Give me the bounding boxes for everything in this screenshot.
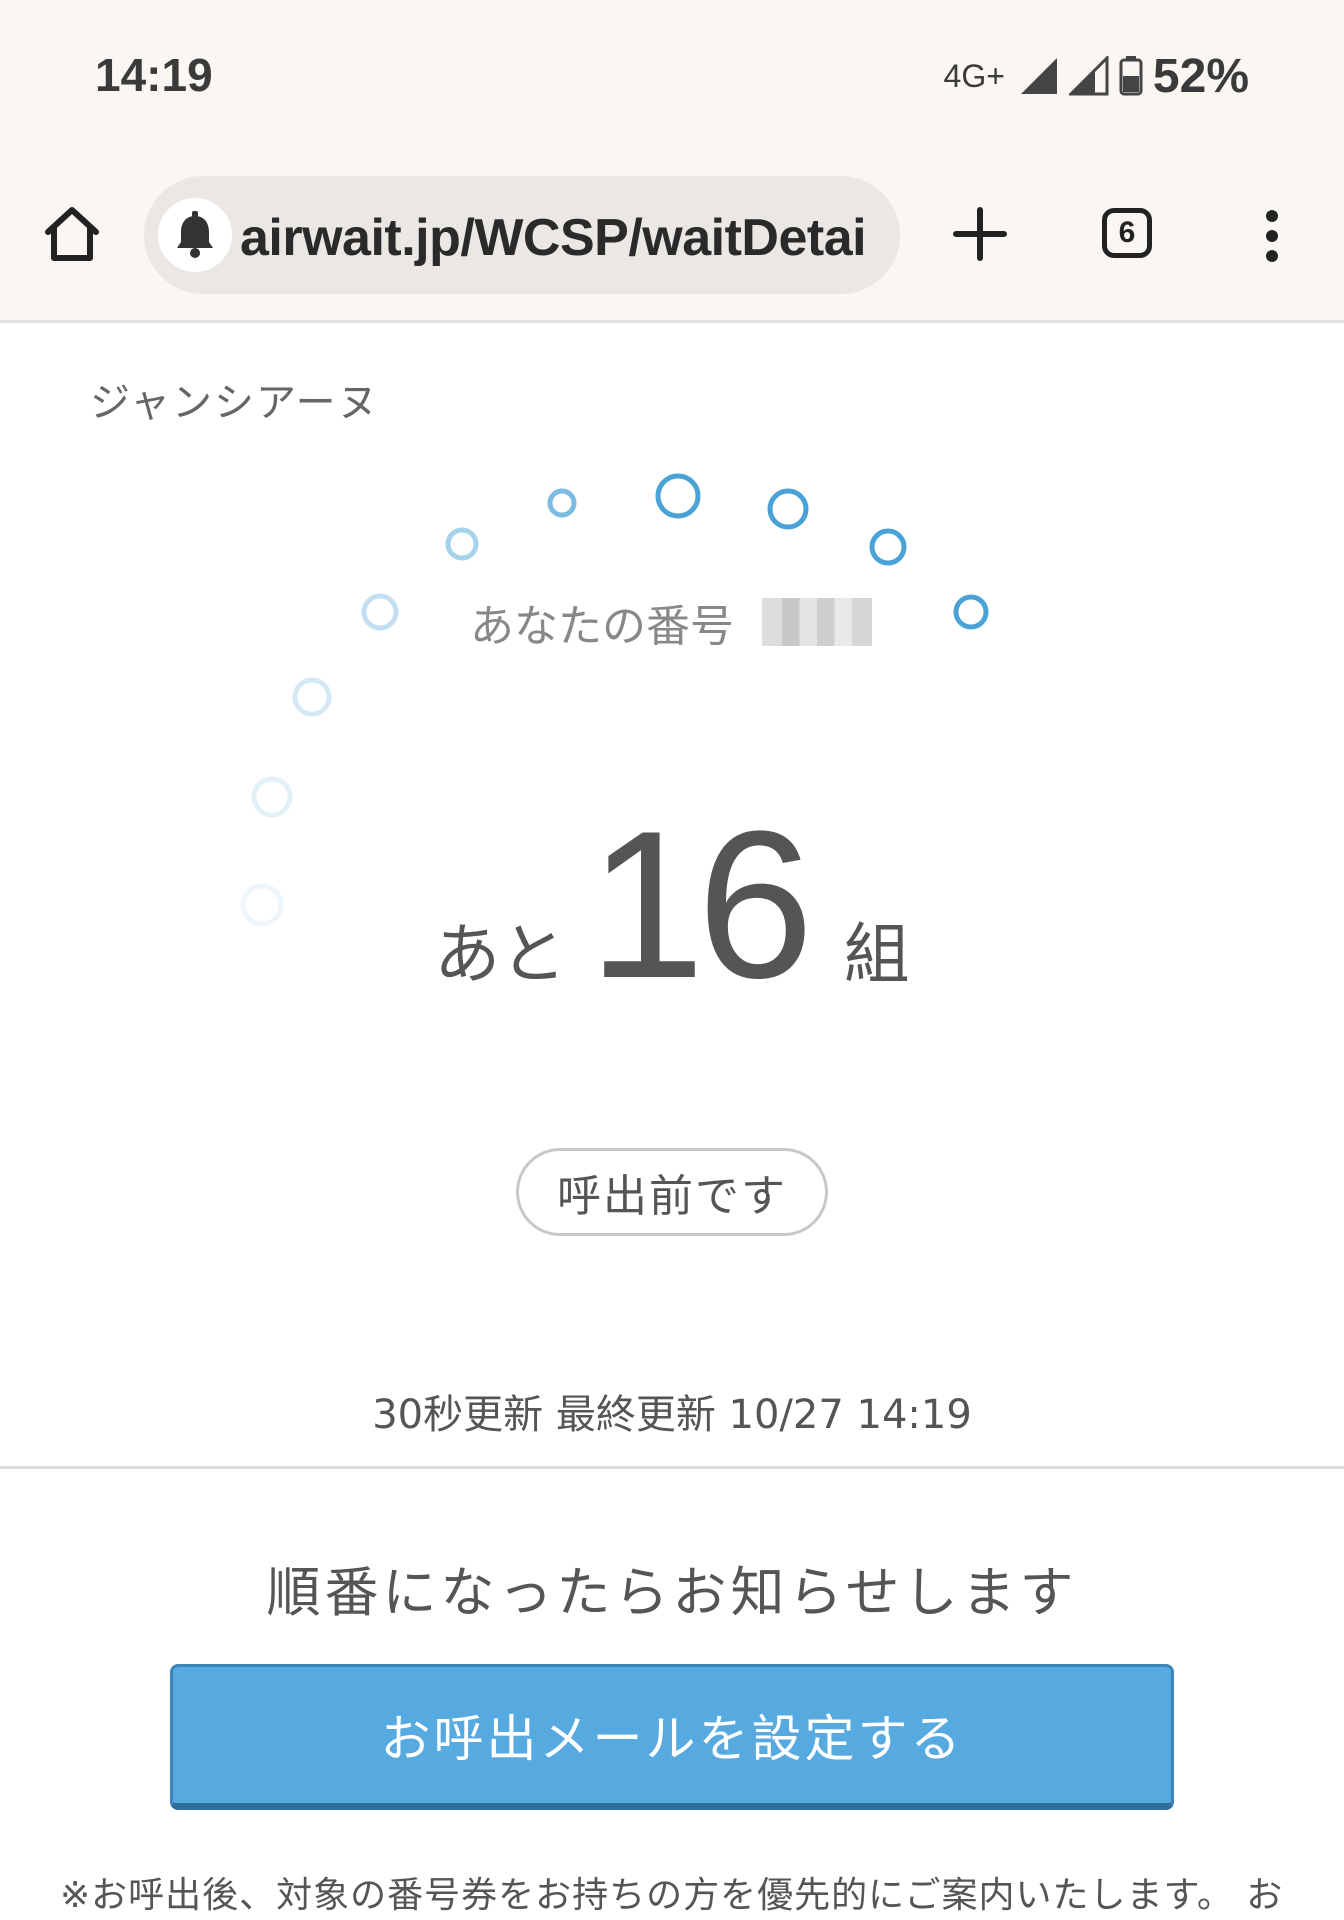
address-bar[interactable]: airwait.jp/WCSP/waitDetai: [144, 176, 900, 294]
battery-icon: [1119, 56, 1143, 96]
status-indicators: 4G+ 52%: [944, 46, 1249, 106]
status-badge: 呼出前です: [516, 1148, 828, 1236]
store-name: ジャンシアーヌ: [90, 380, 380, 426]
spinner-dot: [767, 488, 809, 530]
remaining-prefix: あと: [434, 916, 567, 993]
status-time: 14:19: [95, 49, 213, 101]
spinner-dot: [292, 677, 332, 717]
spinner-dot: [547, 488, 577, 518]
signal-icon: [1068, 56, 1109, 96]
status-bar: 14:19 4G+ 52%: [0, 0, 1344, 150]
spinner-dot: [953, 594, 989, 630]
spinner-dot: [655, 473, 701, 519]
footnote: ※お呼出後、対象の番号券をお持ちの方を優先的にご案内いたします。 お: [60, 1875, 1284, 1916]
your-number-label: あなたの番号: [470, 601, 734, 652]
network-type: 4G+: [943, 57, 1005, 94]
remaining-suffix: 組: [843, 916, 910, 993]
battery-percent: 52%: [1152, 49, 1249, 103]
signal-icon: [1020, 58, 1057, 94]
url-text: airwait.jp/WCSP/waitDetai: [240, 209, 867, 267]
browser-toolbar: airwait.jp/WCSP/waitDetai 6: [0, 150, 1344, 323]
spinner-dot: [869, 528, 907, 566]
update-info: 30秒更新 最終更新 10/27 14:19: [372, 1392, 972, 1438]
site-info-button[interactable]: [158, 198, 232, 272]
tabs-icon[interactable]: 6: [1102, 208, 1152, 258]
bell-icon: [177, 211, 213, 258]
spinner-dot: [445, 527, 479, 561]
spinner-dot: [361, 593, 399, 631]
remaining-count: 16: [588, 787, 814, 1022]
home-icon[interactable]: [40, 202, 104, 266]
set-call-mail-button[interactable]: お呼出メールを設定する: [170, 1664, 1174, 1810]
remaining-groups: あと 16 組: [0, 800, 1344, 1020]
more-vert-icon[interactable]: [1252, 206, 1292, 266]
divider: [0, 1466, 1344, 1469]
plus-icon[interactable]: [948, 202, 1012, 266]
your-number: あなたの番号: [470, 590, 872, 654]
notify-heading: 順番になったらお知らせします: [266, 1561, 1078, 1624]
ticket-number-masked: [762, 598, 872, 646]
